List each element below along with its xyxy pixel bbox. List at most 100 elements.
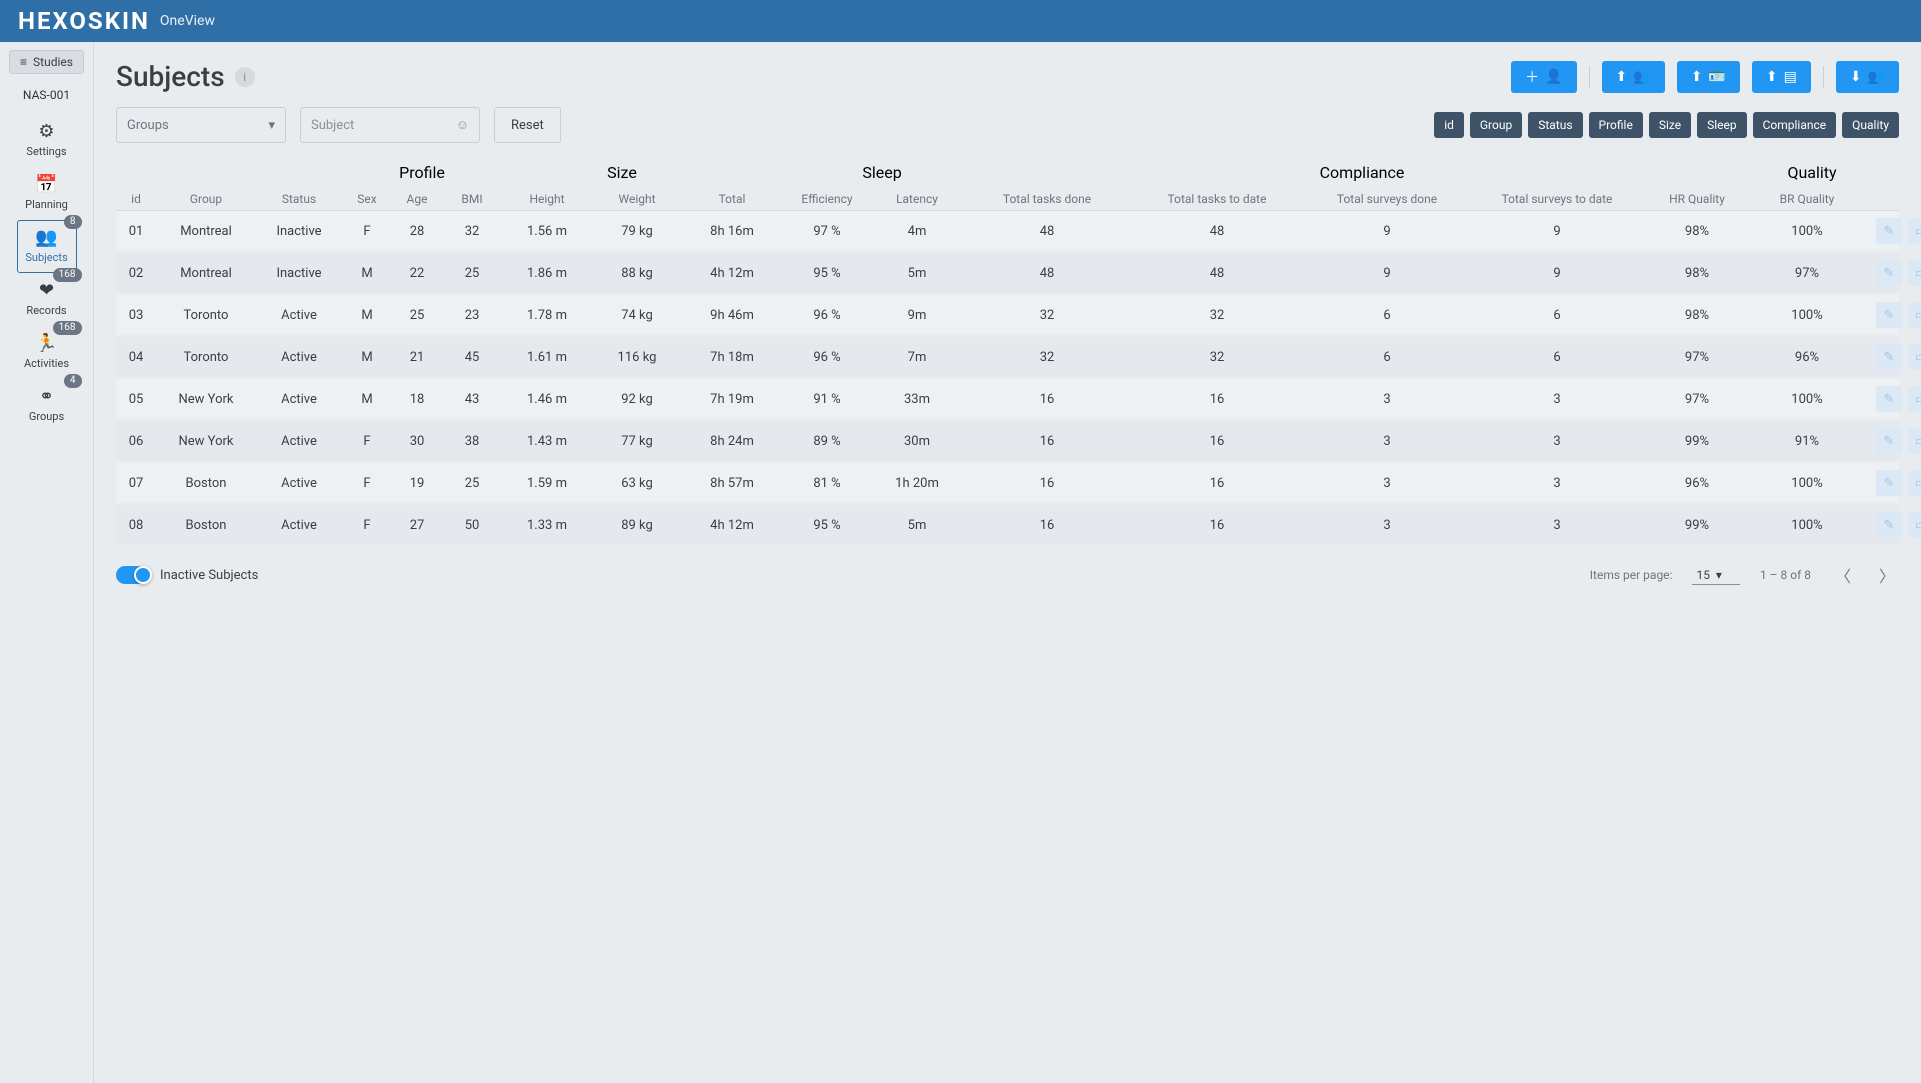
cell-status: Inactive	[256, 266, 342, 281]
column-chip-group[interactable]: Group	[1470, 112, 1522, 138]
column-header[interactable]	[1862, 192, 1921, 206]
cell-weight: 79 kg	[592, 224, 682, 239]
column-header[interactable]: Sex	[342, 192, 392, 206]
group-header: Profile	[342, 163, 502, 182]
column-header[interactable]: Total	[682, 192, 782, 206]
cell-group: Boston	[156, 518, 256, 533]
edit-icon: ✎	[1884, 518, 1895, 533]
group-icon: 👥	[1868, 69, 1885, 85]
column-chip-sleep[interactable]: Sleep	[1697, 112, 1747, 138]
edit-button[interactable]: ✎	[1876, 512, 1902, 538]
column-chip-size[interactable]: Size	[1649, 112, 1691, 138]
cell-weight: 92 kg	[592, 392, 682, 407]
delete-button[interactable]: ▭	[1908, 260, 1921, 286]
column-chip-profile[interactable]: Profile	[1589, 112, 1643, 138]
cell-lat: 33m	[872, 392, 962, 407]
cell-sex: M	[342, 350, 392, 365]
upload-group-button[interactable]: ⬆👥	[1602, 61, 1665, 93]
column-header[interactable]: HR Quality	[1642, 192, 1752, 206]
cell-lat: 9m	[872, 308, 962, 323]
column-header[interactable]: id	[116, 192, 156, 206]
groups-select[interactable]: Groups ▾	[116, 107, 286, 143]
sidebar-item-subjects[interactable]: 8👥Subjects	[17, 220, 77, 273]
cell-weight: 77 kg	[592, 434, 682, 449]
delete-button[interactable]: ▭	[1908, 386, 1921, 412]
cell-sex: M	[342, 266, 392, 281]
edit-button[interactable]: ✎	[1876, 428, 1902, 454]
cell-weight: 88 kg	[592, 266, 682, 281]
document-icon: ▤	[1784, 69, 1797, 85]
download-icon: ⬇	[1850, 69, 1862, 85]
delete-button[interactable]: ▭	[1908, 428, 1921, 454]
column-header[interactable]: Total tasks done	[962, 192, 1132, 206]
reset-button[interactable]: Reset	[494, 107, 561, 143]
next-page-button[interactable]: 〉	[1875, 559, 1899, 591]
cell-lat: 5m	[872, 266, 962, 281]
subject-input[interactable]: Subject ☺	[300, 107, 480, 143]
sidebar-item-groups[interactable]: 4⚭Groups	[17, 379, 77, 432]
inactive-toggle-label: Inactive Subjects	[160, 568, 258, 583]
delete-button[interactable]: ▭	[1908, 512, 1921, 538]
edit-button[interactable]: ✎	[1876, 470, 1902, 496]
column-header[interactable]: Weight	[592, 192, 682, 206]
edit-button[interactable]: ✎	[1876, 302, 1902, 328]
delete-button[interactable]: ▭	[1908, 302, 1921, 328]
column-header[interactable]: Status	[256, 192, 342, 206]
cell-age: 25	[392, 308, 442, 323]
column-chip-status[interactable]: Status	[1528, 112, 1582, 138]
delete-icon: ▭	[1915, 476, 1921, 491]
cell-id: 05	[116, 392, 156, 407]
studies-button[interactable]: ≡ Studies	[9, 50, 84, 74]
column-header[interactable]: BR Quality	[1752, 192, 1862, 206]
cell-group: Montreal	[156, 266, 256, 281]
cell-total: 8h 16m	[682, 224, 782, 239]
column-chip-quality[interactable]: Quality	[1842, 112, 1899, 138]
upload-card-button[interactable]: ⬆🪪	[1677, 61, 1740, 93]
nav-badge: 8	[64, 215, 82, 229]
column-header[interactable]: Height	[502, 192, 592, 206]
row-actions: ✎▭◷▦	[1862, 344, 1921, 370]
subjects-icon: 👥	[35, 229, 57, 247]
delete-button[interactable]: ▭	[1908, 470, 1921, 496]
sidebar-item-records[interactable]: 168❤Records	[17, 273, 77, 326]
group-header: Quality	[1702, 163, 1921, 182]
add-subject-button[interactable]: ＋👤	[1511, 61, 1576, 93]
edit-button[interactable]: ✎	[1876, 386, 1902, 412]
edit-button[interactable]: ✎	[1876, 344, 1902, 370]
delete-button[interactable]: ▭	[1908, 344, 1921, 370]
items-per-page-select[interactable]: 15 ▾	[1692, 566, 1739, 585]
column-header[interactable]: Total surveys done	[1302, 192, 1472, 206]
delete-button[interactable]: ▭	[1908, 218, 1921, 244]
download-group-button[interactable]: ⬇👥	[1836, 61, 1899, 93]
items-per-page-label: Items per page:	[1590, 568, 1673, 582]
upload-doc-button[interactable]: ⬆▤	[1752, 61, 1811, 93]
sidebar-item-activities[interactable]: 168🏃Activities	[17, 326, 77, 379]
column-chip-id[interactable]: id	[1434, 112, 1464, 138]
sidebar-item-planning[interactable]: 📅Planning	[17, 167, 77, 220]
edit-button[interactable]: ✎	[1876, 218, 1902, 244]
column-header[interactable]: Age	[392, 192, 442, 206]
column-header[interactable]: Efficiency	[782, 192, 872, 206]
cell-id: 07	[116, 476, 156, 491]
group-header: Size	[502, 163, 742, 182]
cell-tttd: 16	[1132, 434, 1302, 449]
column-chip-compliance[interactable]: Compliance	[1753, 112, 1837, 138]
cell-hr: 97%	[1642, 350, 1752, 365]
info-icon[interactable]: i	[235, 67, 255, 87]
cell-age: 30	[392, 434, 442, 449]
cell-height: 1.86 m	[502, 266, 592, 281]
cell-group: New York	[156, 434, 256, 449]
column-header[interactable]: Total surveys to date	[1472, 192, 1642, 206]
column-header[interactable]: Total tasks to date	[1132, 192, 1302, 206]
sidebar-item-settings[interactable]: ⚙Settings	[17, 114, 77, 167]
cell-age: 19	[392, 476, 442, 491]
column-header[interactable]: BMI	[442, 192, 502, 206]
cell-height: 1.46 m	[502, 392, 592, 407]
column-header[interactable]: Latency	[872, 192, 962, 206]
column-header[interactable]: Group	[156, 192, 256, 206]
cell-status: Active	[256, 308, 342, 323]
edit-button[interactable]: ✎	[1876, 260, 1902, 286]
inactive-toggle[interactable]	[116, 566, 150, 584]
table-row: 07BostonActiveF19251.59 m63 kg8h 57m81 %…	[116, 463, 1899, 503]
prev-page-button[interactable]: 〈	[1831, 559, 1855, 591]
